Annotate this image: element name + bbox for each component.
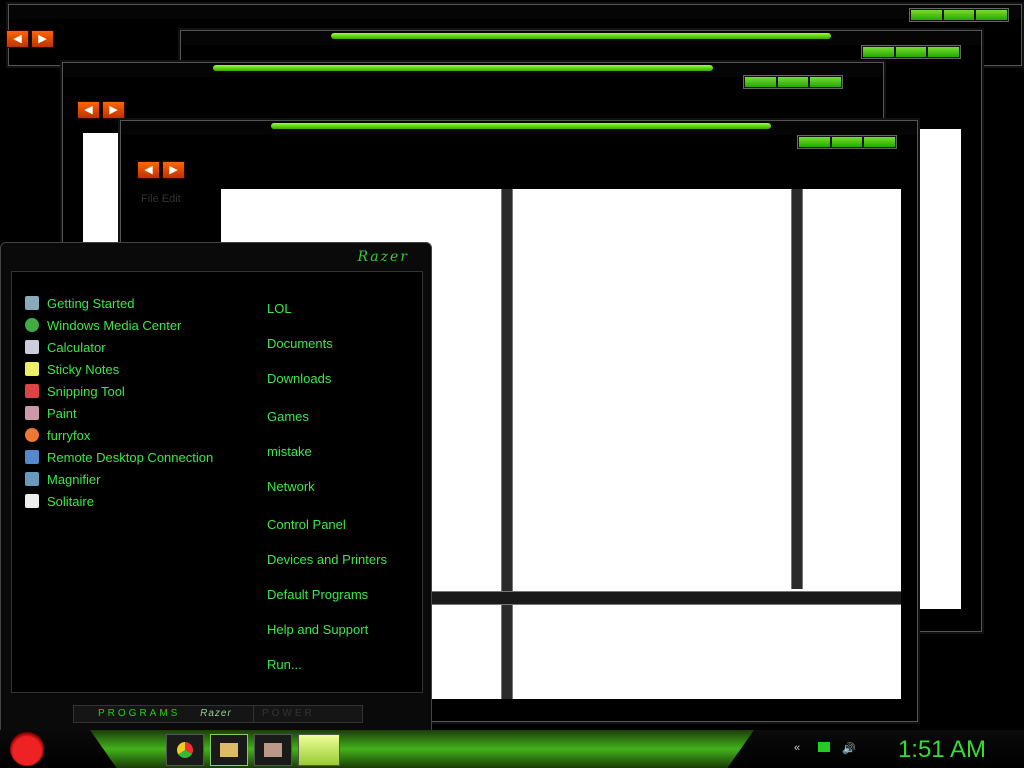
firefox-icon	[25, 428, 39, 442]
place-downloads[interactable]: Downloads	[267, 371, 331, 386]
forward-arrow-icon[interactable]: ▶	[162, 161, 185, 179]
program-item[interactable]: Getting Started	[25, 293, 134, 313]
network-icon[interactable]	[818, 742, 830, 752]
place-run[interactable]: Run...	[267, 657, 302, 672]
nav-buttons-3[interactable]: ◀ ▶	[77, 101, 125, 119]
window-controls[interactable]	[909, 8, 1009, 22]
start-menu: Razer Getting Started Windows Media Cent…	[0, 242, 432, 734]
place-games[interactable]: Games	[267, 409, 309, 424]
back-arrow-icon[interactable]: ◀	[77, 101, 100, 119]
place-help-support[interactable]: Help and Support	[267, 622, 368, 637]
title-glow	[331, 33, 831, 39]
nav-buttons-front[interactable]: ◀ ▶	[137, 161, 185, 179]
volume-icon[interactable]: 🔊	[842, 742, 856, 755]
remote-desktop-icon	[25, 450, 39, 464]
chevron-up-icon[interactable]: «	[794, 742, 806, 754]
angry-bird-icon[interactable]	[10, 732, 44, 766]
place-devices-printers[interactable]: Devices and Printers	[267, 552, 387, 567]
forward-arrow-icon[interactable]: ▶	[102, 101, 125, 119]
divider-right[interactable]	[791, 189, 803, 589]
snipping-tool-icon	[25, 384, 39, 398]
program-item[interactable]: Calculator	[25, 337, 106, 357]
active-taskbar-button[interactable]	[298, 734, 340, 766]
window-controls[interactable]	[861, 45, 961, 59]
clock[interactable]: 1:51 AM	[898, 736, 986, 764]
place-control-panel[interactable]: Control Panel	[267, 517, 346, 532]
place-network[interactable]: Network	[267, 479, 315, 494]
program-item[interactable]: Windows Media Center	[25, 315, 181, 335]
power-button[interactable]: POWER	[253, 705, 363, 723]
paint-icon	[25, 406, 39, 420]
folder-icon	[220, 743, 238, 757]
forward-arrow-icon[interactable]: ▶	[31, 30, 54, 48]
chrome-icon	[177, 742, 193, 758]
place-default-programs[interactable]: Default Programs	[267, 587, 368, 602]
program-item[interactable]: Remote Desktop Connection	[25, 447, 213, 467]
magnifier-icon	[25, 472, 39, 486]
place-documents[interactable]: Documents	[267, 336, 333, 351]
program-item[interactable]: Solitaire	[25, 491, 94, 511]
window-controls[interactable]	[743, 75, 843, 89]
calculator-icon	[25, 340, 39, 354]
menu-bar[interactable]: File Edit	[141, 193, 181, 205]
media-center-icon	[25, 318, 39, 332]
razer-logo: Razer	[357, 249, 409, 265]
place-mistake[interactable]: mistake	[267, 444, 312, 459]
divider-left[interactable]	[501, 189, 513, 699]
program-item[interactable]: furryfox	[25, 425, 90, 445]
taskbar: « 🔊 1:51 AM	[0, 730, 1024, 768]
media-taskbar-button[interactable]	[254, 734, 292, 766]
program-item[interactable]: Paint	[25, 403, 77, 423]
chrome-taskbar-button[interactable]	[166, 734, 204, 766]
place-lol[interactable]: LOL	[267, 301, 292, 316]
solitaire-icon	[25, 494, 39, 508]
title-glow	[271, 123, 771, 129]
all-programs-button[interactable]: PROGRAMS Razer	[73, 705, 257, 723]
program-item[interactable]: Magnifier	[25, 469, 100, 489]
sticky-notes-icon	[25, 362, 39, 376]
program-item[interactable]: Sticky Notes	[25, 359, 119, 379]
media-icon	[264, 743, 282, 757]
back-arrow-icon[interactable]: ◀	[6, 30, 29, 48]
window-controls[interactable]	[797, 135, 897, 149]
back-arrow-icon[interactable]: ◀	[137, 161, 160, 179]
program-item[interactable]: Snipping Tool	[25, 381, 125, 401]
getting-started-icon	[25, 296, 39, 310]
nav-buttons-1[interactable]: ◀ ▶	[6, 30, 54, 48]
explorer-taskbar-button[interactable]	[210, 734, 248, 766]
title-glow	[213, 65, 713, 71]
